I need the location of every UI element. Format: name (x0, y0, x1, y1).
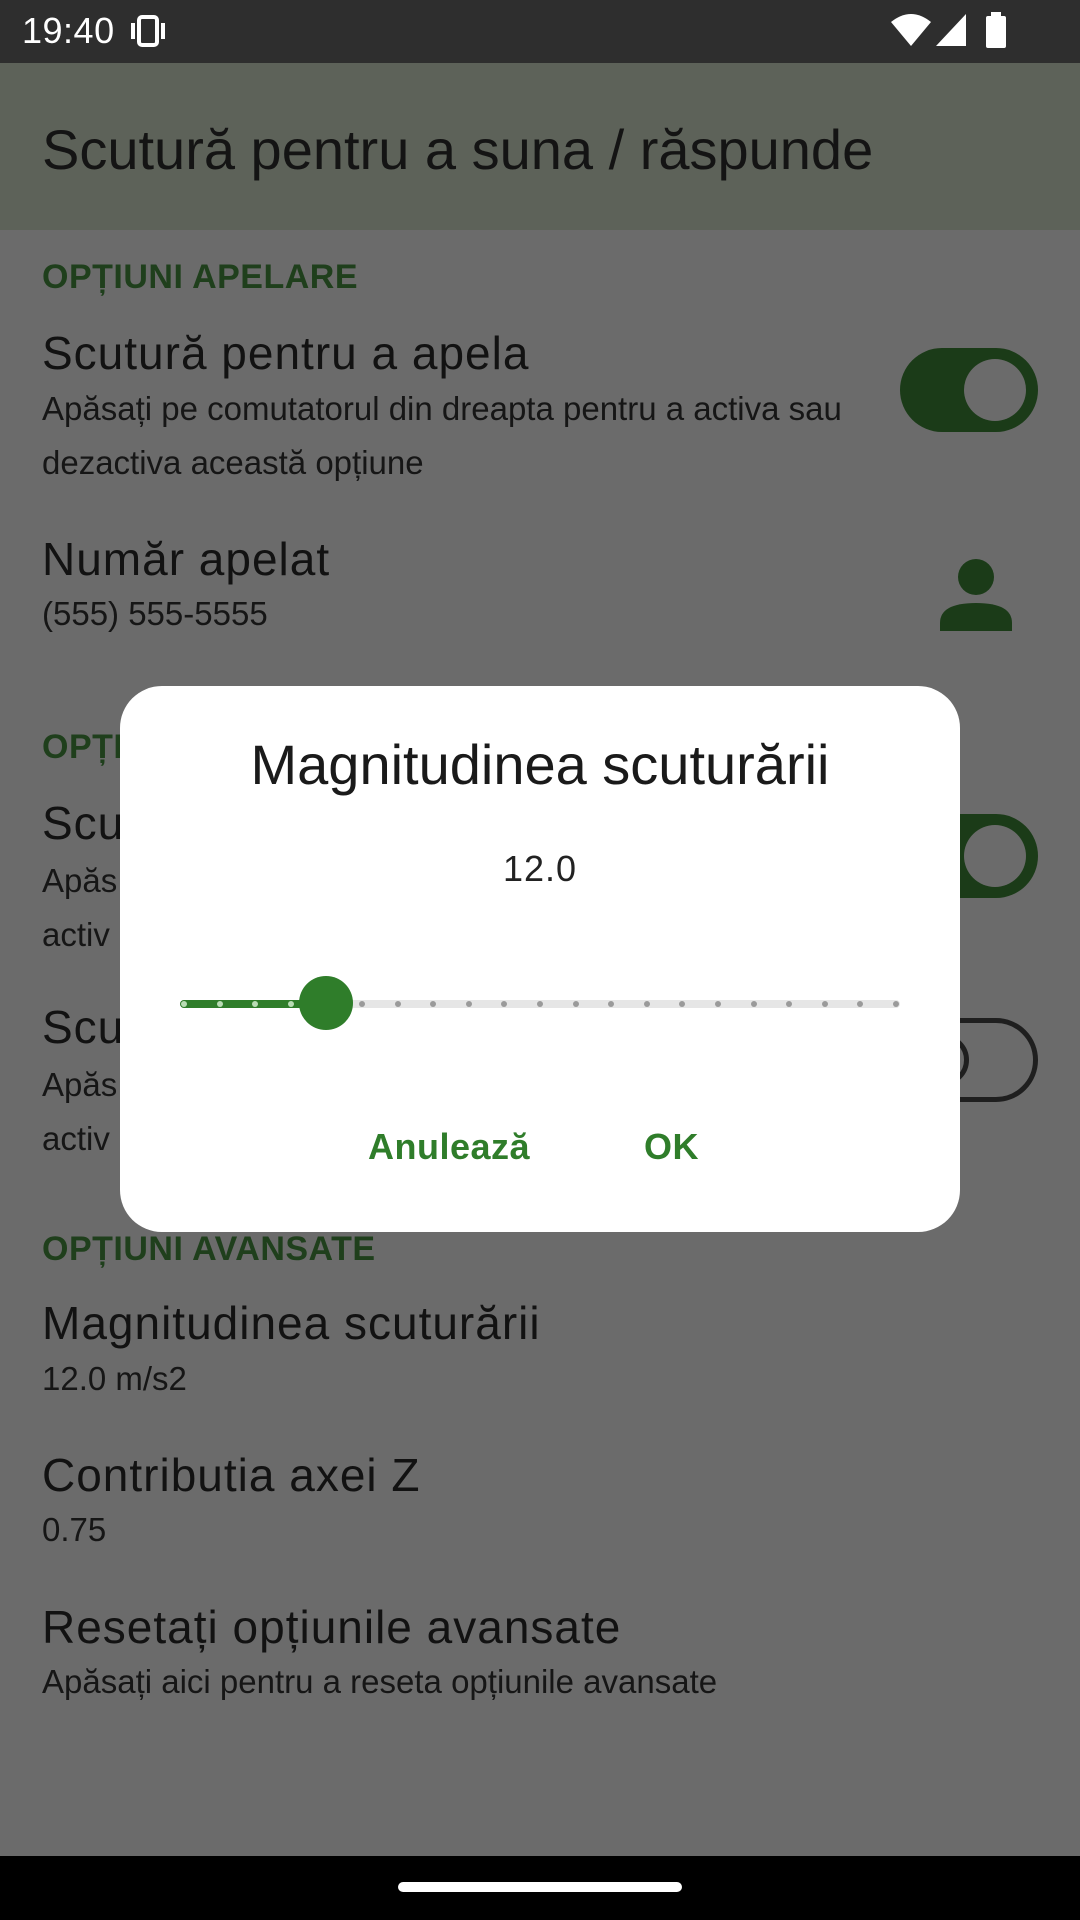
shake-magnitude-dialog: Magnitudinea scuturării 12.0 Anulează OK (120, 686, 960, 1232)
slider-tick (893, 1001, 899, 1007)
slider-tick (394, 1001, 401, 1007)
reset-advanced-title: Resetați opțiunile avansate (42, 1601, 622, 1653)
status-bar: 19:40 (0, 0, 1080, 63)
app-bar: Scutură pentru a suna / răspunde (0, 63, 1080, 230)
slider-tick (181, 1001, 187, 1007)
slider-tick (287, 1001, 294, 1007)
cancel-button[interactable]: Anulează (368, 1126, 530, 1168)
cell-signal-icon (936, 14, 966, 46)
page-title: Scutură pentru a suna / răspunde (42, 118, 874, 181)
answer-option-1-title: Scu (42, 797, 125, 849)
battery-icon (986, 12, 1006, 48)
home-handle[interactable] (398, 1882, 682, 1892)
answer-option-2-title: Scu (42, 1001, 125, 1053)
called-number-title: Număr apelat (42, 533, 331, 585)
switch-knob (964, 825, 1026, 887)
category-answer-options: OPȚI (42, 728, 124, 766)
z-axis-summary: 0.75 (42, 1511, 107, 1548)
called-number-summary: (555) 555-5555 (42, 595, 268, 632)
ok-button[interactable]: OK (644, 1126, 699, 1168)
shake-magnitude-title: Magnitudinea scuturării (42, 1297, 541, 1349)
category-advanced-options: OPȚIUNI AVANSATE (42, 1230, 376, 1268)
reset-advanced-summary: Apăsați aici pentru a reseta opțiunile a… (42, 1663, 718, 1700)
vibrate-icon (131, 15, 165, 47)
dialog-title: Magnitudinea scuturării (250, 733, 830, 796)
shake-magnitude-summary: 12.0 m/s2 (42, 1360, 187, 1397)
status-time: 19:40 (22, 10, 115, 51)
category-call-options: OPȚIUNI APELARE (42, 258, 359, 296)
shake-to-call-switch[interactable] (900, 348, 1038, 432)
wifi-icon (891, 14, 931, 46)
slider-tick (359, 1001, 365, 1007)
slider-tick (216, 1001, 223, 1007)
slider-tick (572, 1001, 579, 1007)
slider-tick (465, 1001, 472, 1007)
slider-tick (750, 1001, 757, 1007)
switch-knob (964, 359, 1026, 421)
magnitude-slider[interactable] (180, 976, 900, 1032)
slider-tick (821, 1001, 828, 1007)
slider-tick (715, 1001, 721, 1007)
dialog-value: 12.0 (502, 848, 578, 889)
slider-tick (537, 1001, 543, 1007)
shake-to-call-summary: Apăsați pe comutatorul din dreapta pentr… (42, 390, 842, 481)
z-axis-title: Contributia axei Z (42, 1449, 421, 1501)
slider-thumb[interactable] (299, 976, 354, 1030)
slider-tick (643, 1001, 650, 1007)
shake-to-call-title: Scutură pentru a apela (42, 327, 530, 379)
navigation-bar (0, 1856, 1080, 1920)
person-icon[interactable] (938, 555, 1014, 631)
